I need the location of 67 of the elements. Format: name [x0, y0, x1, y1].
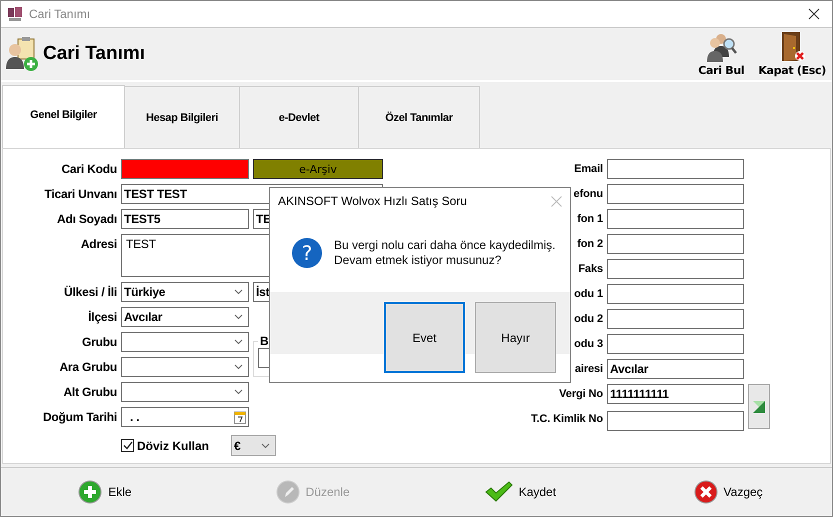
field-label: Alt Grubu	[63, 385, 117, 399]
cancel-button[interactable]: Vazgeç	[692, 478, 765, 506]
currency-dropdown[interactable]: €	[231, 435, 276, 456]
field-label: T.C. Kimlik No	[531, 413, 603, 425]
field-label: Vergi No	[559, 388, 603, 400]
field-label: Ticari Unvanı	[44, 187, 117, 201]
page-title: Cari Tanımı	[43, 43, 146, 65]
find-button[interactable]: Cari Bul	[696, 31, 746, 77]
field-label: odu 1	[574, 288, 603, 300]
tab[interactable]: Genel Bilgiler	[2, 85, 125, 148]
text-field[interactable]: 1111111111	[607, 384, 744, 404]
close-icon	[694, 480, 718, 504]
field-label: Ülkesi / İli	[64, 285, 117, 299]
text-field[interactable]: TEST5	[121, 209, 249, 229]
verify-button[interactable]	[748, 384, 770, 429]
field-label: Faks	[578, 263, 603, 275]
checkbox[interactable]	[121, 439, 134, 452]
field-label: Adı Soyadı	[56, 212, 117, 226]
text-field[interactable]	[607, 284, 744, 304]
triangle-icon	[753, 400, 765, 412]
field-label: İlçesi	[88, 310, 117, 324]
field-label: odu 3	[574, 338, 603, 350]
field-label: fon 1	[577, 213, 603, 225]
close-button[interactable]: Kapat (Esc)	[756, 31, 828, 77]
field-label: odu 2	[574, 313, 603, 325]
save-button[interactable]: Kaydet	[482, 479, 558, 505]
field-label: fon 2	[577, 238, 603, 250]
dialog-button[interactable]: Hayır	[475, 302, 556, 373]
plus-icon	[78, 480, 102, 504]
app-icon	[7, 6, 23, 22]
dropdown[interactable]: Türkiye	[121, 282, 249, 302]
field-label: Cari Kodu	[61, 162, 117, 176]
person-clipboard-icon	[5, 36, 39, 72]
text-field[interactable]	[607, 334, 744, 354]
window-title: Cari Tanımı	[29, 7, 92, 21]
date-field[interactable]: . .	[121, 407, 249, 427]
field-label: Grubu	[82, 335, 117, 349]
checkbox-label[interactable]: Döviz Kullan	[137, 438, 210, 452]
checkmark-icon	[484, 481, 513, 503]
field-label: efonu	[574, 188, 603, 200]
add-button[interactable]: Ekle	[76, 478, 134, 506]
dialog-button[interactable]: Evet	[384, 302, 465, 373]
text-field[interactable]	[607, 159, 744, 179]
calendar-icon[interactable]	[234, 410, 246, 424]
code-field[interactable]	[121, 159, 249, 179]
text-field[interactable]: Avcılar	[607, 359, 744, 379]
text-field[interactable]	[607, 411, 744, 431]
dropdown[interactable]	[121, 357, 249, 377]
text-field[interactable]	[607, 259, 744, 279]
dropdown[interactable]: Avcılar	[121, 307, 249, 327]
field-label: Adresi	[80, 236, 117, 251]
dropdown[interactable]	[121, 382, 249, 402]
text-field[interactable]	[607, 234, 744, 254]
question-icon: ?	[292, 238, 322, 268]
tab[interactable]: Özel Tanımlar	[358, 86, 480, 148]
text-field[interactable]	[607, 209, 744, 229]
people-search-icon	[705, 31, 738, 63]
text-field[interactable]	[607, 309, 744, 329]
close-icon[interactable]	[808, 8, 820, 20]
field-label: Doğum Tarihi	[42, 410, 117, 424]
field-label: Ara Grubu	[59, 360, 117, 374]
text-field[interactable]	[607, 184, 744, 204]
pencil-icon	[276, 480, 300, 504]
field-label: airesi	[574, 363, 603, 375]
e-arsiv-button[interactable]: e-Arşiv	[253, 159, 383, 179]
field-label: Email	[574, 163, 603, 175]
dropdown[interactable]	[121, 332, 249, 352]
